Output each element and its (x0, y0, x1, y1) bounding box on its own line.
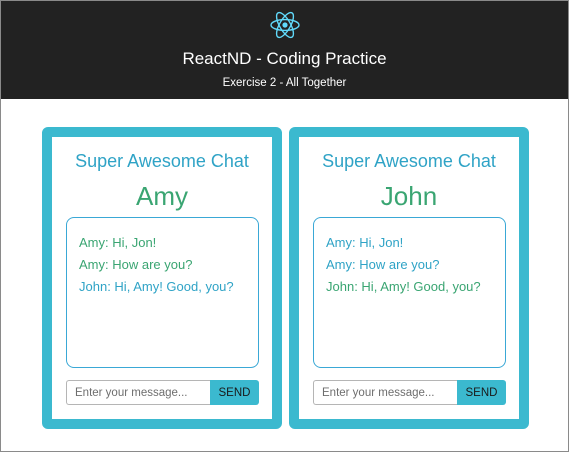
chat-window-john: Super Awesome Chat John Amy: Hi, Jon! Am… (289, 127, 529, 429)
message-item: Amy: How are you? (79, 257, 193, 272)
app-header: ReactND - Coding Practice Exercise 2 - A… (1, 1, 568, 99)
chat-window-amy: Super Awesome Chat Amy Amy: Hi, Jon! Amy… (42, 127, 282, 429)
chat-username: Amy (136, 181, 188, 211)
message-item: Amy: Hi, Jon! (326, 235, 404, 250)
chat-username: John (380, 181, 438, 211)
message-input[interactable] (313, 380, 457, 405)
message-item: John: Hi, Amy! Good, you? (79, 279, 234, 294)
chat-heading: Super Awesome Chat (75, 151, 249, 171)
message-input[interactable] (66, 380, 210, 405)
send-button[interactable]: SEND (210, 380, 259, 405)
chat-heading: Super Awesome Chat (322, 151, 496, 171)
compose-form: SEND (313, 380, 506, 405)
message-item: John: Hi, Amy! Good, you? (326, 279, 481, 294)
react-atom-icon (270, 11, 300, 39)
message-item: Amy: How are you? (326, 257, 440, 272)
message-list[interactable]: Amy: Hi, Jon! Amy: How are you? John: Hi… (66, 217, 259, 368)
message-item: Amy: Hi, Jon! (79, 235, 157, 250)
send-button[interactable]: SEND (457, 380, 506, 405)
message-list[interactable]: Amy: Hi, Jon! Amy: How are you? John: Hi… (313, 217, 506, 368)
app-subtitle: Exercise 2 - All Together (222, 77, 347, 89)
compose-form: SEND (66, 380, 259, 405)
app-title: ReactND - Coding Practice (182, 49, 387, 68)
